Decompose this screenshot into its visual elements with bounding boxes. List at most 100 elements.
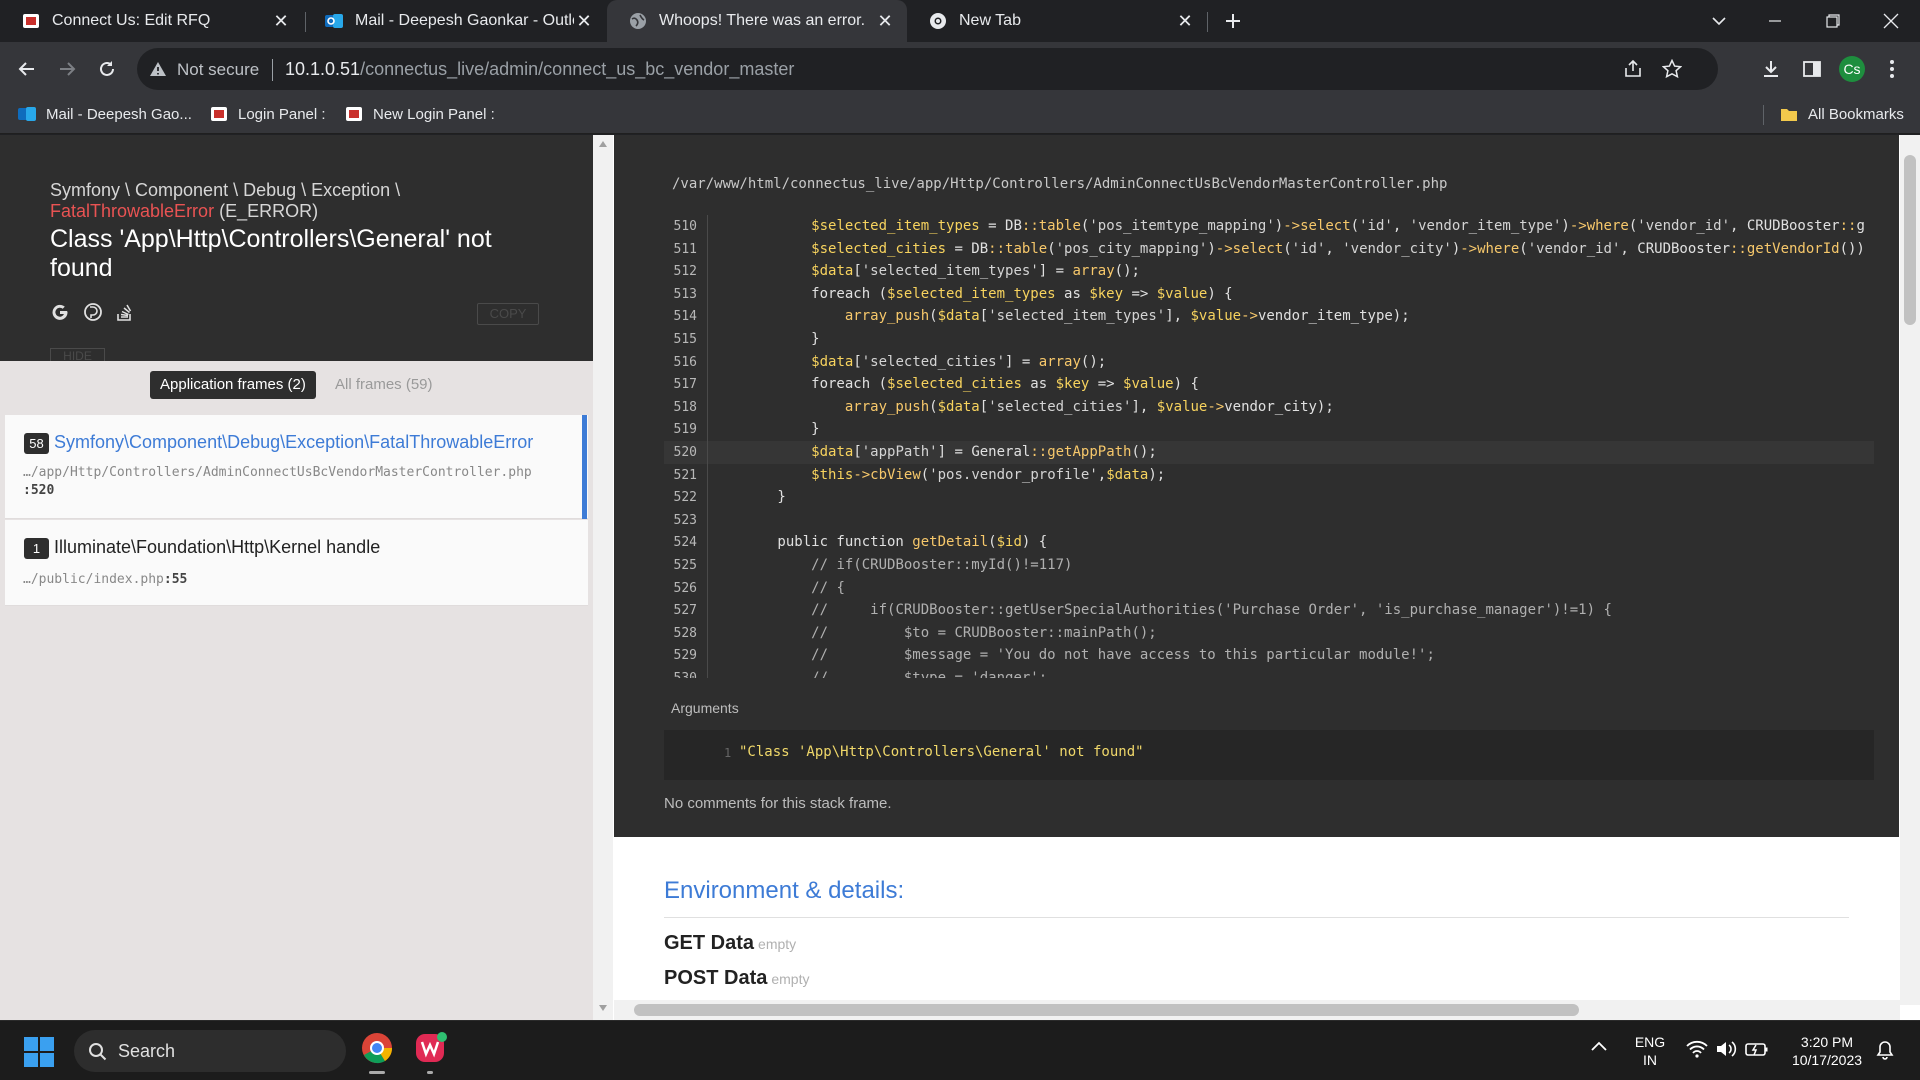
- line-number: 518: [673, 399, 697, 415]
- globe-favicon-icon: [629, 12, 647, 30]
- url-path: /connectus_live/admin/connect_us_bc_vend…: [360, 59, 795, 79]
- notifications-icon[interactable]: [1876, 1040, 1894, 1065]
- line-number: 521: [673, 467, 697, 483]
- star-icon[interactable]: [1661, 58, 1683, 84]
- tab-new-tab[interactable]: New Tab ✕: [907, 0, 1207, 42]
- tab-search-button[interactable]: [1696, 0, 1742, 42]
- volume-icon[interactable]: [1715, 1040, 1737, 1063]
- language-indicator[interactable]: ENG IN: [1630, 1033, 1670, 1069]
- clock-time: 3:20 PM: [1800, 1034, 1854, 1050]
- forward-button[interactable]: [50, 52, 84, 86]
- url-text[interactable]: 10.1.0.51/connectus_live/admin/connect_u…: [285, 59, 794, 80]
- line-number: 522: [673, 490, 697, 506]
- hide-button[interactable]: HIDE: [50, 348, 105, 362]
- scrollbar-thumb[interactable]: [634, 1004, 1579, 1016]
- argument-value: "Class 'App\Http\Controllers\General' no…: [739, 744, 1144, 760]
- battery-icon[interactable]: [1745, 1040, 1769, 1063]
- close-icon[interactable]: ✕: [875, 11, 895, 31]
- line-source: foreach ($selected_cities as $key => $va…: [710, 376, 1199, 393]
- region-code: IN: [1643, 1052, 1657, 1068]
- line-source: }: [710, 489, 786, 506]
- clock[interactable]: 3:20 PM 10/17/2023: [1780, 1033, 1874, 1069]
- url-host: 10.1.0.51: [285, 59, 361, 79]
- argument-index: 1: [724, 746, 732, 760]
- menu-button[interactable]: [1875, 52, 1909, 86]
- code-line: 521 $this->cbView('pos.vendor_profile',$…: [664, 464, 1874, 487]
- tab-mail-outlook[interactable]: Mail - Deepesh Gaonkar - Outlook ✕: [303, 0, 606, 42]
- code-line: 527 // if(CRUDBooster::getUserSpecialAut…: [664, 599, 1874, 622]
- stack-frame[interactable]: 1 Illuminate\Foundation\Http\Kernel hand…: [5, 520, 588, 606]
- close-icon[interactable]: ✕: [271, 11, 291, 31]
- env-row-post-data: POST Data empty: [664, 967, 809, 990]
- chevron-up-icon: [1591, 1041, 1607, 1051]
- bookmark-new-login-panel[interactable]: New Login Panel :: [345, 105, 495, 123]
- frame-number: 58: [24, 433, 49, 454]
- horizontal-scrollbar[interactable]: [614, 1000, 1900, 1020]
- connectus-favicon-icon: [22, 12, 40, 30]
- bookmark-login-panel[interactable]: Login Panel :: [210, 105, 326, 123]
- scroll-up-icon[interactable]: [599, 141, 607, 147]
- stack-frame[interactable]: 58 Symfony\Component\Debug\Exception\Fat…: [5, 415, 588, 519]
- line-number: 520: [673, 445, 697, 460]
- tab-title: Connect Us: Edit RFQ: [52, 12, 211, 29]
- line-number: 526: [673, 580, 697, 596]
- tab-divider: [1207, 12, 1208, 32]
- left-panel-scrollbar[interactable]: [593, 135, 613, 1020]
- windows-start-button[interactable]: [24, 1037, 54, 1072]
- scrollbar-thumb[interactable]: [1904, 155, 1916, 325]
- line-source: array_push($data['selected_cities'], $va…: [844, 398, 1334, 415]
- google-icon[interactable]: [49, 301, 71, 323]
- warning-icon[interactable]: [149, 60, 167, 83]
- page-scrollbar[interactable]: [1900, 135, 1920, 1005]
- taskbar-search[interactable]: Search: [74, 1030, 346, 1072]
- stackoverflow-icon[interactable]: [114, 301, 136, 323]
- frame-class: Illuminate\Foundation\Http\Kernel handle: [54, 537, 381, 557]
- code-line: 520 $data['appPath'] = General::getAppPa…: [664, 441, 1874, 464]
- namespace-text: Symfony \ Component \ Debug \ Exception …: [50, 180, 401, 200]
- tab-application-frames[interactable]: Application frames (2): [150, 371, 316, 399]
- bookmark-mail[interactable]: Mail - Deepesh Gao...: [18, 105, 192, 123]
- restore-icon: [1826, 14, 1840, 28]
- code-viewer[interactable]: 510 $selected_item_types = DB::table('po…: [664, 215, 1874, 678]
- close-window-button[interactable]: [1868, 0, 1914, 42]
- downloads-button[interactable]: [1754, 52, 1788, 86]
- new-tab-button[interactable]: [1210, 0, 1256, 42]
- line-number: 529: [673, 648, 697, 664]
- arguments-box: 1 "Class 'App\Http\Controllers\General' …: [664, 730, 1874, 780]
- avatar: Cs: [1839, 56, 1865, 82]
- show-hidden-icons-button[interactable]: [1590, 1039, 1608, 1058]
- side-panel-button[interactable]: [1795, 52, 1829, 86]
- close-icon: [1883, 13, 1899, 29]
- line-source: // $to = CRUDBooster::mainPath();: [811, 624, 1157, 641]
- taskbar-wps[interactable]: [414, 1031, 448, 1074]
- all-bookmarks-button[interactable]: All Bookmarks: [1780, 105, 1904, 123]
- scroll-down-icon[interactable]: [599, 1005, 607, 1011]
- duckduckgo-icon[interactable]: [82, 301, 104, 323]
- running-indicator: [427, 1071, 433, 1074]
- line-number: 513: [673, 286, 697, 302]
- share-icon[interactable]: [1623, 59, 1643, 84]
- taskbar-chrome[interactable]: [360, 1031, 394, 1074]
- line-number: 519: [673, 422, 697, 438]
- wifi-icon[interactable]: [1686, 1040, 1708, 1063]
- code-panel: /var/www/html/connectus_live/app/Http/Co…: [614, 135, 1899, 837]
- profile-button[interactable]: Cs: [1835, 52, 1869, 86]
- running-indicator: [369, 1071, 385, 1074]
- tab-connect-us-edit-rfq[interactable]: Connect Us: Edit RFQ ✕: [0, 0, 303, 42]
- copy-button[interactable]: COPY: [477, 303, 539, 325]
- close-icon[interactable]: ✕: [574, 11, 594, 31]
- security-label[interactable]: Not secure: [177, 60, 259, 80]
- minimize-button[interactable]: [1752, 0, 1798, 42]
- reload-button[interactable]: [90, 52, 124, 86]
- restore-button[interactable]: [1810, 0, 1856, 42]
- arrow-left-icon: [18, 62, 34, 76]
- outlook-icon: [18, 107, 36, 121]
- tab-whoops-error[interactable]: Whoops! There was an error. ✕: [607, 0, 907, 42]
- code-line: 510 $selected_item_types = DB::table('po…: [664, 215, 1874, 238]
- tab-all-frames[interactable]: All frames (59): [335, 371, 433, 399]
- back-button[interactable]: [10, 52, 44, 86]
- bookmark-label: New Login Panel :: [373, 105, 495, 123]
- close-icon[interactable]: ✕: [1175, 11, 1195, 31]
- frame-class: Symfony\Component\Debug\Exception\FatalT…: [54, 432, 534, 452]
- address-bar[interactable]: Not secure 10.1.0.51/connectus_live/admi…: [137, 48, 1718, 90]
